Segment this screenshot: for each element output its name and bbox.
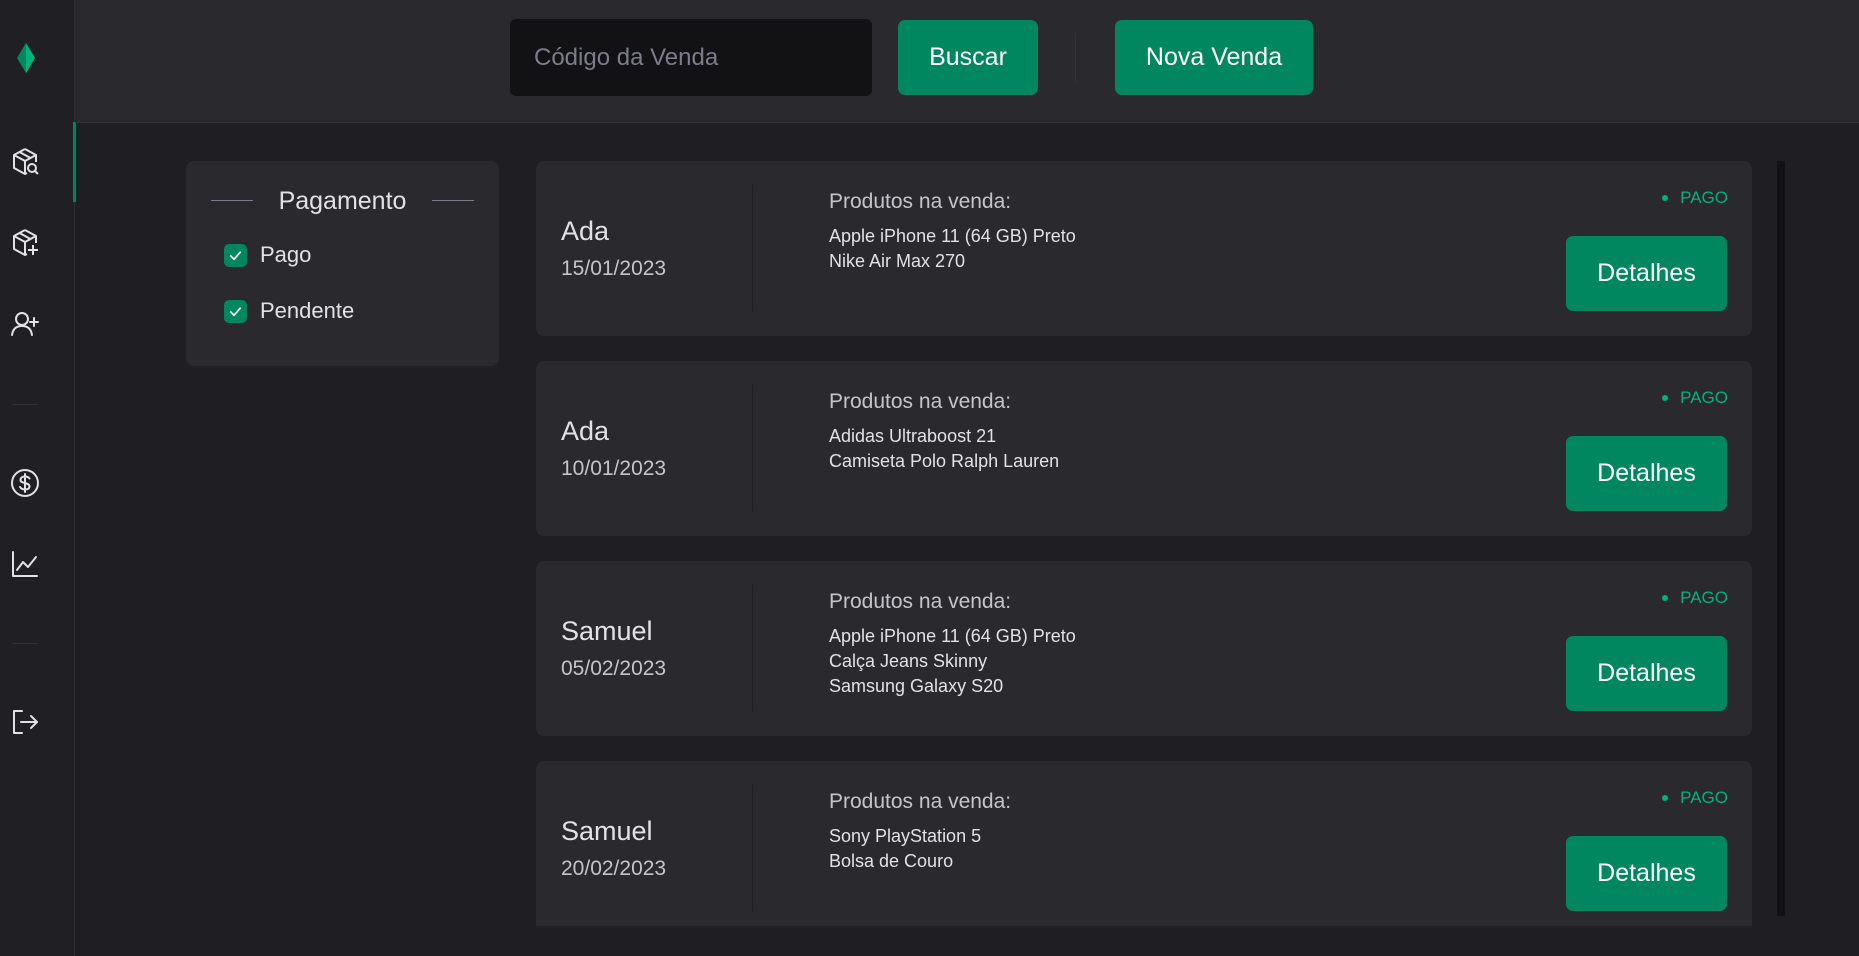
sidebar-item-logout[interactable] bbox=[0, 682, 75, 762]
check-icon bbox=[229, 250, 242, 260]
user-plus-icon bbox=[11, 312, 39, 336]
sale-date: 20/02/2023 bbox=[561, 857, 667, 880]
status-dot bbox=[1662, 395, 1669, 401]
details-button[interactable]: Detalhes bbox=[1566, 436, 1727, 511]
sidebar-item-reports[interactable] bbox=[0, 524, 75, 604]
sidebar-divider bbox=[12, 643, 38, 644]
products-title: Produtos na venda: bbox=[829, 590, 1012, 613]
status-label: PAGO bbox=[1680, 188, 1728, 207]
sidebar-item-add-product[interactable] bbox=[0, 203, 75, 283]
toolbar-divider bbox=[1075, 33, 1076, 83]
status-label: PAGO bbox=[1680, 388, 1728, 407]
product-item: Nike Air Max 270 bbox=[829, 251, 966, 271]
status-dot bbox=[1662, 195, 1669, 201]
payment-filter-panel: Pagamento Pago Pendente bbox=[186, 161, 499, 366]
status-badge: PAGO bbox=[1662, 788, 1728, 808]
products-list: Apple iPhone 11 (64 GB) Preto Nike Air M… bbox=[829, 224, 1076, 274]
sidebar-item-sales[interactable] bbox=[0, 443, 75, 523]
sidebar-item-search-products[interactable] bbox=[0, 122, 76, 202]
filter-option-label: Pago bbox=[260, 242, 312, 267]
details-button[interactable]: Detalhes bbox=[1566, 836, 1727, 911]
details-button[interactable]: Detalhes bbox=[1566, 636, 1727, 711]
status-label: PAGO bbox=[1680, 788, 1728, 807]
sidebar bbox=[0, 0, 76, 956]
checkbox-checked[interactable] bbox=[224, 243, 247, 267]
filter-title: Pagamento bbox=[278, 187, 407, 215]
dollar-circle-icon bbox=[11, 469, 39, 497]
status-dot bbox=[1662, 795, 1669, 801]
sales-list-scrollbar[interactable] bbox=[1777, 161, 1785, 916]
sale-code-search-input[interactable] bbox=[509, 18, 873, 97]
sale-card: Ada 10/01/2023 Produtos na venda: Adidas… bbox=[536, 361, 1752, 536]
details-button[interactable]: Detalhes bbox=[1566, 236, 1727, 311]
sale-date: 15/01/2023 bbox=[561, 257, 667, 280]
chart-line-icon bbox=[12, 551, 38, 577]
filter-option-pago[interactable]: Pago bbox=[224, 242, 311, 268]
customer-name: Samuel bbox=[561, 616, 653, 646]
product-item: Bolsa de Couro bbox=[829, 851, 954, 871]
product-item: Adidas Ultraboost 21 bbox=[829, 426, 997, 446]
products-title: Produtos na venda: bbox=[829, 390, 1012, 413]
product-item: Samsung Galaxy S20 bbox=[829, 676, 1004, 696]
card-divider bbox=[752, 185, 753, 311]
sidebar-divider bbox=[12, 404, 38, 405]
card-divider bbox=[752, 785, 753, 911]
status-badge: PAGO bbox=[1662, 588, 1728, 608]
new-sale-button[interactable]: Nova Venda bbox=[1115, 20, 1313, 95]
sale-card: Ada 15/01/2023 Produtos na venda: Apple … bbox=[536, 161, 1752, 336]
search-button[interactable]: Buscar bbox=[898, 20, 1038, 95]
products-title: Produtos na venda: bbox=[829, 190, 1012, 213]
check-icon bbox=[229, 306, 242, 316]
sale-card: Samuel 20/02/2023 Produtos na venda: Son… bbox=[536, 761, 1752, 926]
sign-out-icon bbox=[13, 710, 38, 734]
package-search-icon bbox=[13, 148, 39, 175]
customer-name: Ada bbox=[561, 416, 610, 446]
products-list: Apple iPhone 11 (64 GB) Preto Calça Jean… bbox=[829, 624, 1076, 699]
filter-option-pendente[interactable]: Pendente bbox=[224, 298, 354, 324]
sale-date: 10/01/2023 bbox=[561, 457, 667, 480]
status-label: PAGO bbox=[1680, 588, 1728, 607]
sidebar-item-add-user[interactable] bbox=[0, 284, 75, 364]
sale-card: Samuel 05/02/2023 Produtos na venda: App… bbox=[536, 561, 1752, 736]
products-title: Produtos na venda: bbox=[829, 790, 1012, 813]
products-list: Adidas Ultraboost 21 Camiseta Polo Ralph… bbox=[829, 424, 1059, 474]
logo-icon bbox=[17, 43, 35, 73]
customer-name: Samuel bbox=[561, 816, 653, 846]
sale-date: 05/02/2023 bbox=[561, 657, 667, 680]
status-badge: PAGO bbox=[1662, 188, 1728, 208]
card-divider bbox=[752, 585, 753, 711]
card-divider bbox=[752, 385, 753, 511]
product-item: Apple iPhone 11 (64 GB) Preto bbox=[829, 626, 1076, 646]
products-list: Sony PlayStation 5 Bolsa de Couro bbox=[829, 824, 981, 874]
product-item: Apple iPhone 11 (64 GB) Preto bbox=[829, 226, 1076, 246]
product-item: Sony PlayStation 5 bbox=[829, 826, 982, 846]
status-badge: PAGO bbox=[1662, 388, 1728, 408]
status-dot bbox=[1662, 595, 1669, 601]
customer-name: Ada bbox=[561, 216, 610, 246]
filter-title-line bbox=[432, 200, 474, 201]
product-item: Calça Jeans Skinny bbox=[829, 651, 988, 671]
checkbox-checked[interactable] bbox=[224, 299, 247, 323]
package-plus-icon bbox=[13, 229, 38, 256]
product-item: Camiseta Polo Ralph Lauren bbox=[829, 451, 1060, 471]
filter-option-label: Pendente bbox=[260, 298, 355, 323]
